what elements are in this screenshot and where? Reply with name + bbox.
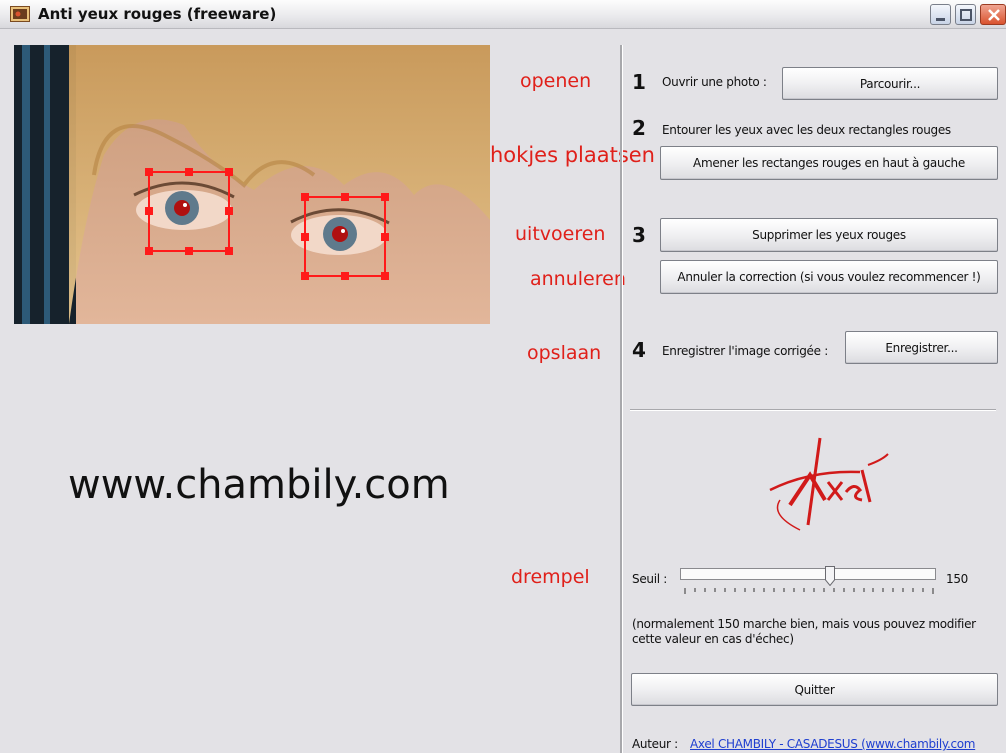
close-icon xyxy=(988,9,1000,21)
close-button[interactable] xyxy=(980,4,1006,25)
signature-logo xyxy=(750,430,890,540)
app-window: Anti yeux rouges (freeware) www.chambily… xyxy=(0,0,1006,753)
maximize-button[interactable] xyxy=(955,4,976,25)
remove-red-eyes-button[interactable]: Supprimer les yeux rouges xyxy=(660,218,998,252)
step-1-number: 1 xyxy=(632,70,646,94)
vertical-divider xyxy=(620,45,623,753)
author-label: Auteur : xyxy=(632,737,678,751)
quit-button[interactable]: Quitter xyxy=(631,673,998,706)
title-bar[interactable]: Anti yeux rouges (freeware) xyxy=(0,0,1006,29)
maximize-icon xyxy=(960,9,972,21)
move-rectangles-button[interactable]: Amener les rectanges rouges en haut à ga… xyxy=(660,146,998,180)
slider-thumb[interactable] xyxy=(825,566,835,586)
threshold-note: (normalement 150 marche bien, mais vous … xyxy=(632,617,976,646)
horizontal-divider xyxy=(630,409,996,411)
slider-track[interactable] xyxy=(680,568,936,580)
author-link[interactable]: Axel CHAMBILY - CASADESUS (www.chambily.… xyxy=(690,737,975,751)
step-2-number: 2 xyxy=(632,116,646,140)
browse-button[interactable]: Parcourir... xyxy=(782,67,998,100)
annotation-openen: openen xyxy=(520,70,592,92)
annotation-hokjes-plaatsen: hokjes plaatsen xyxy=(490,143,655,167)
minimize-icon xyxy=(936,18,945,21)
save-button[interactable]: Enregistrer... xyxy=(845,331,998,364)
website-text: www.chambily.com xyxy=(68,462,450,508)
threshold-label: Seuil : xyxy=(632,572,668,586)
surround-eyes-label: Entourer les yeux avec les deux rectangl… xyxy=(662,123,951,137)
save-image-label: Enregistrer l'image corrigée : xyxy=(662,344,828,358)
step-4-number: 4 xyxy=(632,338,646,362)
step-3-number: 3 xyxy=(632,223,646,247)
photo-preview[interactable] xyxy=(14,45,490,324)
annotation-uitvoeren: uitvoeren xyxy=(515,223,606,245)
threshold-slider[interactable] xyxy=(680,566,936,596)
threshold-value: 150 xyxy=(946,572,969,586)
undo-correction-button[interactable]: Annuler la correction (si vous voulez re… xyxy=(660,260,998,294)
open-photo-label: Ouvrir une photo : xyxy=(662,75,767,89)
annotation-opslaan: opslaan xyxy=(527,342,602,364)
minimize-button[interactable] xyxy=(930,4,951,25)
window-title: Anti yeux rouges (freeware) xyxy=(38,5,277,23)
annotation-annuleren: annuleren xyxy=(530,268,626,290)
annotation-drempel: drempel xyxy=(511,566,590,588)
photo-app-icon xyxy=(10,6,30,22)
slider-ticks xyxy=(684,588,934,594)
